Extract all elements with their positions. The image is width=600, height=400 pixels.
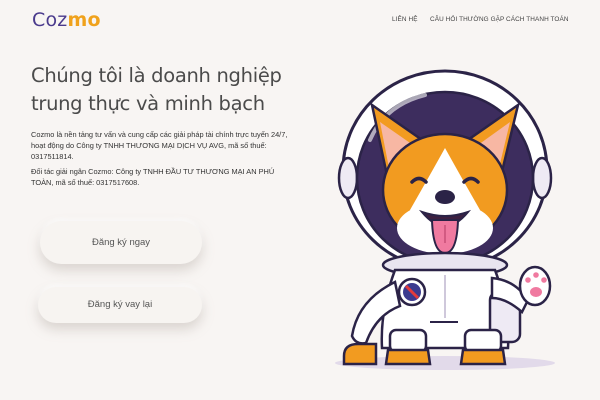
hero-headline: Chúng tôi là doanh nghiệp trung thực và …	[31, 62, 311, 118]
cozmo-logo[interactable]: Cozmo	[32, 9, 101, 31]
intro-paragraph: Cozmo là nền tảng tư vấn và cung cấp các…	[31, 130, 288, 161]
register-now-button[interactable]: Đăng ký ngay	[40, 221, 202, 264]
logo-text-coz: Coz	[32, 9, 68, 31]
corgi-astronaut-illustration	[335, 69, 555, 370]
logo-text-mo: mo	[67, 9, 101, 31]
nav-faq[interactable]: CÂU HỎI THƯỜNG GẶP	[430, 16, 504, 23]
register-loan-again-button[interactable]: Đăng ký vay lại	[38, 287, 202, 323]
nav-payment[interactable]: CÁCH THANH TOÁN	[506, 16, 569, 23]
headline-line-1: Chúng tôi là doanh nghiệp	[31, 64, 282, 87]
nav-contact[interactable]: LIÊN HỆ	[392, 16, 418, 23]
partner-paragraph: Đối tác giải ngân Cozmo: Công ty TNHH ĐẦ…	[31, 167, 275, 187]
headline-line-2: trung thực và minh bạch	[31, 92, 265, 115]
header: Cozmo LIÊN HỆ CÂU HỎI THƯỜNG GẶP CÁCH TH…	[0, 0, 600, 40]
